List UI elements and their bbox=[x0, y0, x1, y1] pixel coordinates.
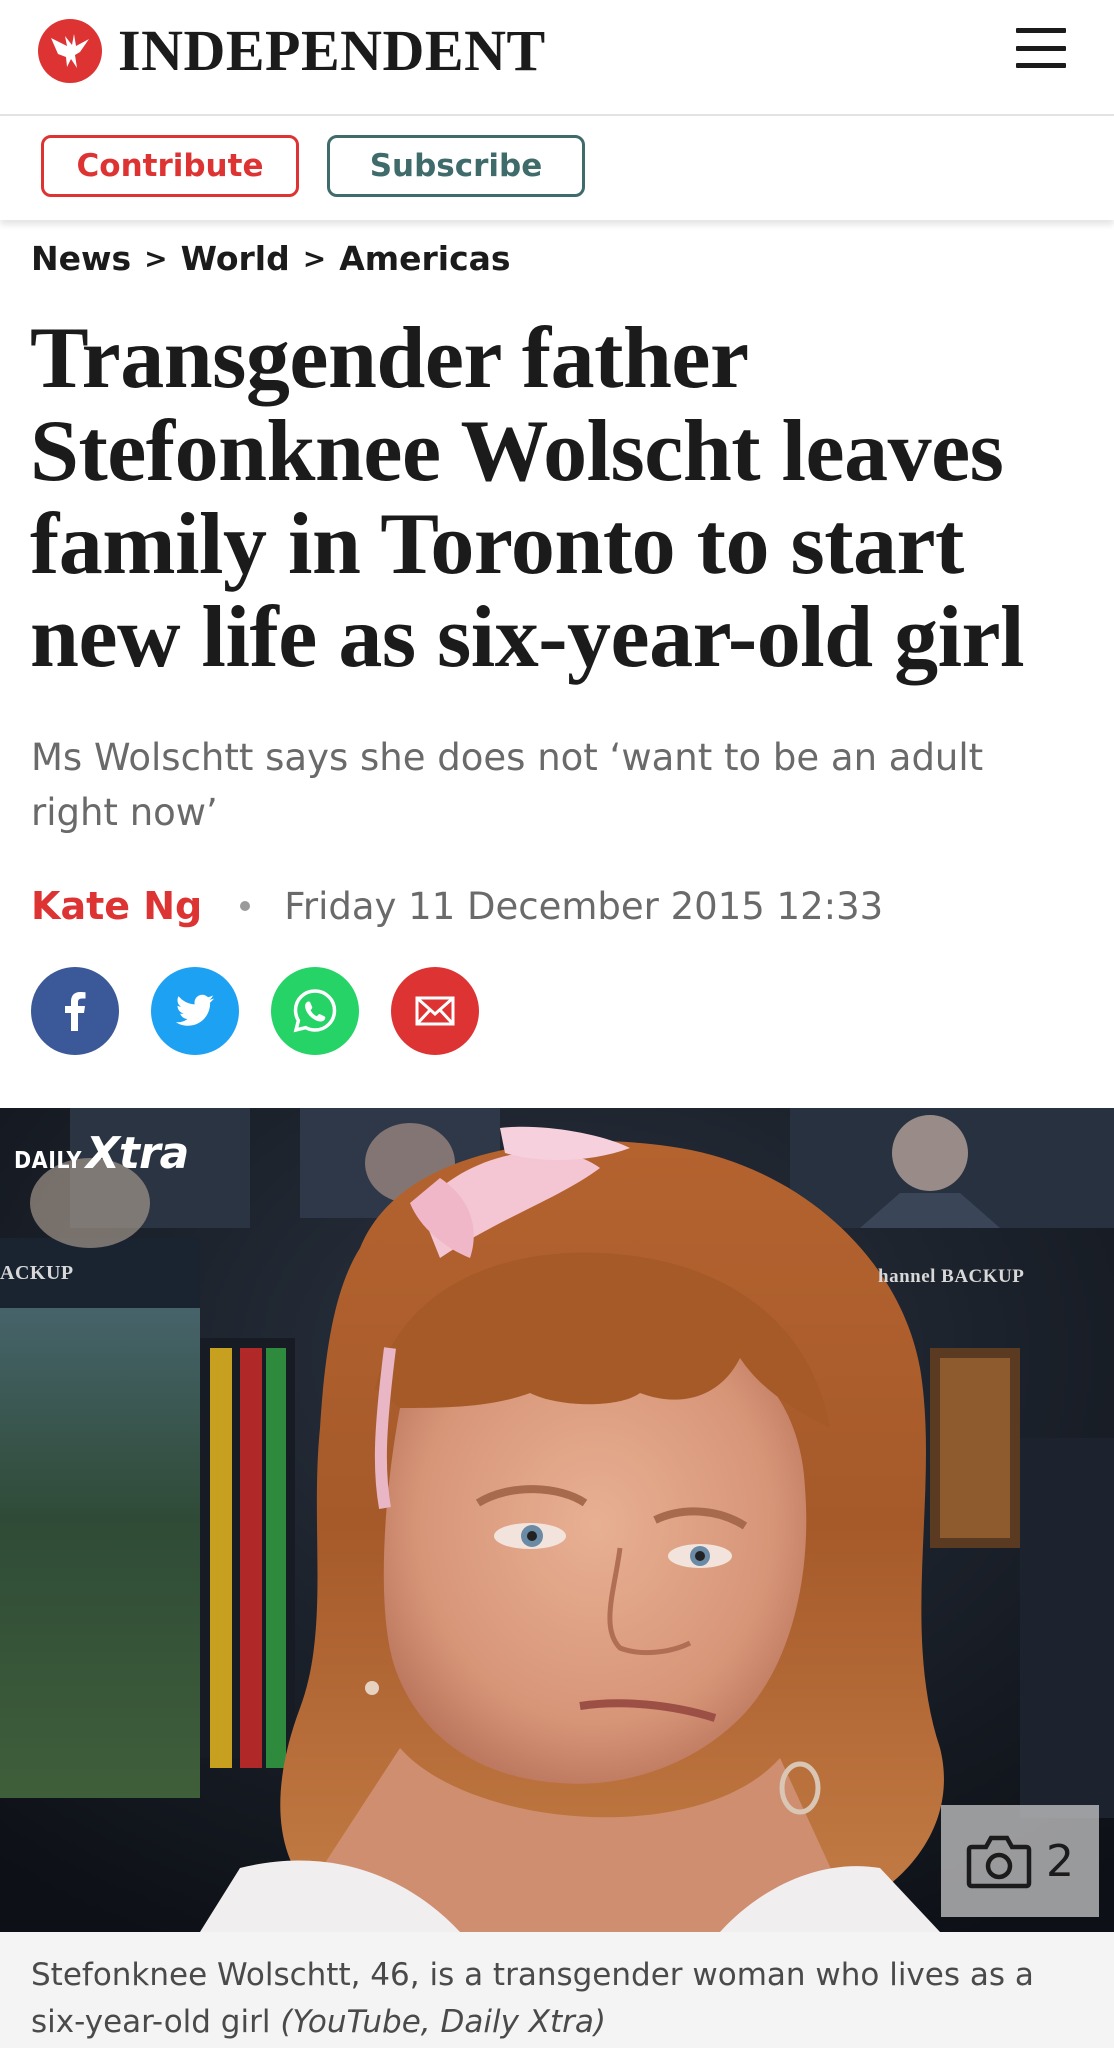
gallery-count: 2 bbox=[1046, 1835, 1074, 1887]
video-watermark: DAILY Xtra bbox=[14, 1128, 189, 1179]
support-bar: Contribute Subscribe bbox=[0, 116, 1114, 220]
breadcrumb-separator: > bbox=[302, 241, 327, 275]
twitter-icon bbox=[175, 994, 214, 1026]
breadcrumb-news[interactable]: News bbox=[31, 239, 131, 278]
contribute-button[interactable]: Contribute bbox=[41, 135, 299, 197]
email-icon bbox=[415, 996, 455, 1026]
subscribe-button[interactable]: Subscribe bbox=[327, 135, 585, 197]
site-header: INDEPENDENT bbox=[0, 0, 1114, 116]
twitter-share-button[interactable] bbox=[151, 967, 239, 1055]
article-headline: Transgender father Stefonknee Wolscht le… bbox=[30, 310, 1025, 686]
article-standfirst: Ms Wolschtt says she does not ‘want to b… bbox=[31, 736, 984, 834]
hero-image[interactable]: DAILY Xtra ACKUP hannel BACKUP 2 bbox=[0, 1108, 1114, 1932]
author-link[interactable]: Kate Ng bbox=[31, 884, 202, 928]
publish-date: Friday 11 December 2015 12:33 bbox=[284, 884, 884, 928]
breadcrumb-separator: > bbox=[144, 241, 168, 275]
whatsapp-icon bbox=[293, 989, 337, 1033]
watermark-xtra: Xtra bbox=[85, 1128, 189, 1179]
background-screen-text-right: hannel BACKUP bbox=[878, 1266, 1025, 1287]
gallery-button[interactable]: 2 bbox=[941, 1805, 1099, 1917]
site-logo[interactable]: INDEPENDENT bbox=[38, 16, 546, 86]
eagle-icon bbox=[38, 19, 102, 83]
facebook-share-button[interactable] bbox=[31, 967, 119, 1055]
image-caption: Stefonknee Wolschtt, 46, is a transgende… bbox=[0, 1932, 1114, 2048]
whatsapp-share-button[interactable] bbox=[271, 967, 359, 1055]
hamburger-menu-icon[interactable] bbox=[1016, 28, 1066, 68]
share-bar bbox=[31, 967, 511, 1055]
breadcrumb-americas[interactable]: Americas bbox=[339, 239, 510, 278]
facebook-icon bbox=[65, 992, 86, 1031]
camera-icon bbox=[966, 1835, 1032, 1889]
caption-credit: (YouTube, Daily Xtra) bbox=[280, 2004, 606, 2040]
logo-text: INDEPENDENT bbox=[118, 18, 546, 83]
byline-separator-dot bbox=[240, 901, 251, 911]
byline: Kate Ng Friday 11 December 2015 12:33 bbox=[31, 878, 883, 934]
email-share-button[interactable] bbox=[391, 967, 479, 1055]
background-screen-text-left: ACKUP bbox=[0, 1262, 74, 1284]
breadcrumb-world[interactable]: World bbox=[181, 239, 290, 278]
watermark-daily: DAILY bbox=[14, 1148, 82, 1174]
breadcrumb: News > World > Americas bbox=[31, 234, 511, 282]
